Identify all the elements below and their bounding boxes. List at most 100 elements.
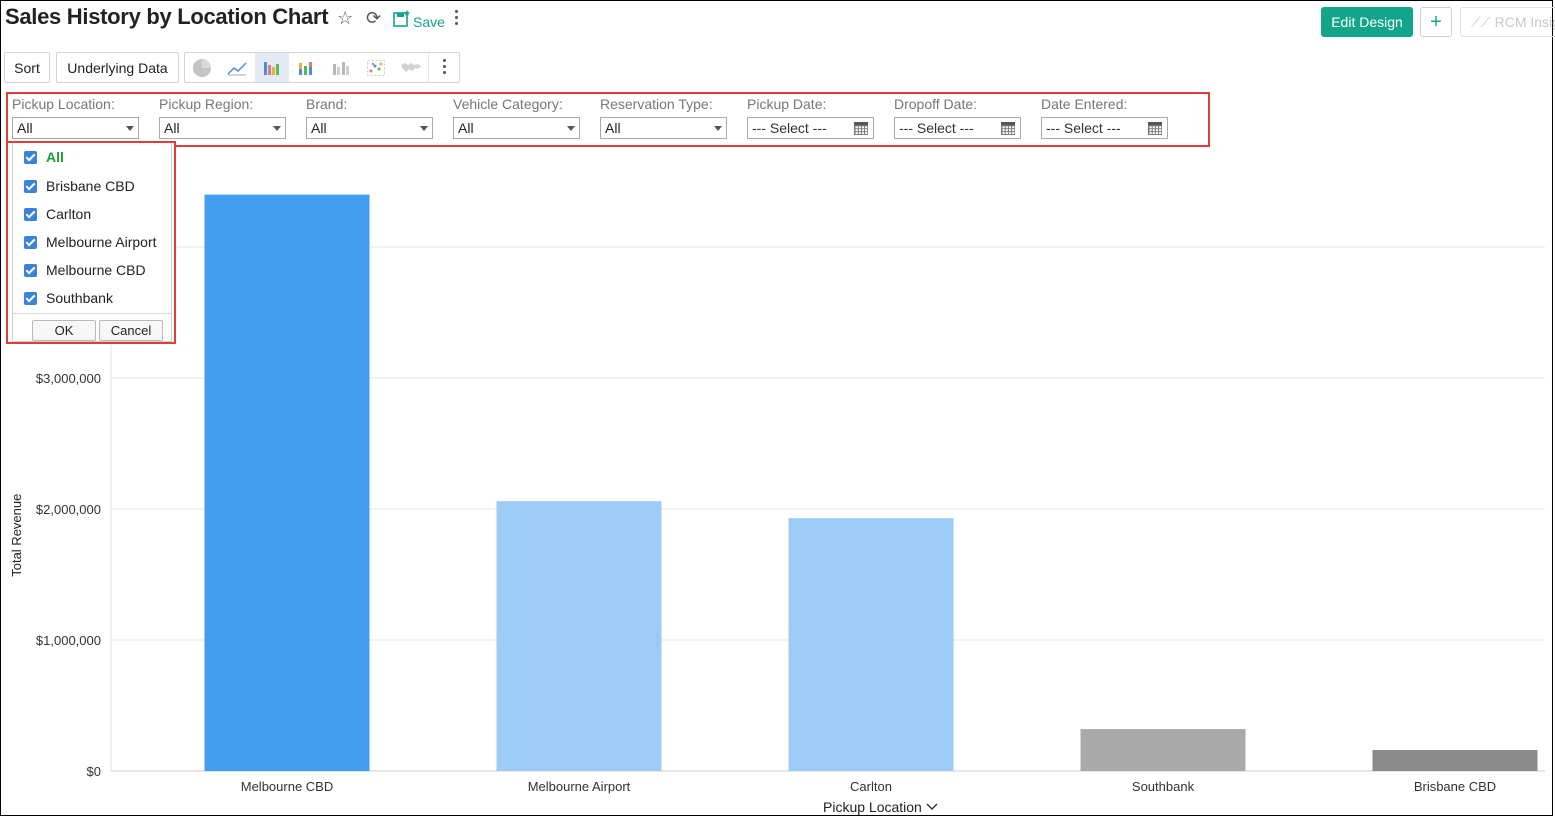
- filter-value: All: [311, 120, 327, 136]
- calendar-icon[interactable]: [853, 120, 869, 136]
- dropdown-option[interactable]: Brisbane CBD: [24, 178, 135, 194]
- sort-button[interactable]: Sort: [4, 52, 50, 83]
- caret-down-icon: [714, 126, 722, 131]
- dropdown-option-label: Carlton: [46, 206, 92, 222]
- dropdown-option[interactable]: Melbourne Airport: [24, 234, 157, 250]
- chart-type-switcher: [184, 52, 460, 83]
- underlying-data-button[interactable]: Underlying Data: [56, 52, 179, 83]
- filter-value: All: [17, 120, 33, 136]
- filter-pickup-date: Pickup Date: --- Select ---: [747, 96, 874, 139]
- filter-value: --- Select ---: [899, 120, 974, 136]
- filter-select[interactable]: All: [600, 117, 727, 139]
- dropdown-option-label: Southbank: [46, 290, 113, 306]
- x-tick-label: Melbourne Airport: [528, 779, 631, 794]
- caret-down-icon: [420, 126, 428, 131]
- dropdown-option[interactable]: All: [24, 149, 64, 165]
- x-tick-label: Carlton: [850, 779, 892, 794]
- filter-value: --- Select ---: [1046, 120, 1121, 136]
- chart-bar[interactable]: [1372, 750, 1538, 771]
- filter-date-entered: Date Entered: --- Select ---: [1041, 96, 1168, 139]
- save-icon: [393, 10, 410, 27]
- x-tick-label: Southbank: [1132, 779, 1195, 794]
- bar-chart-icon[interactable]: [254, 53, 290, 82]
- map-icon[interactable]: [394, 53, 429, 82]
- calendar-icon[interactable]: [1000, 120, 1016, 136]
- dropdown-option-label: Brisbane CBD: [46, 178, 135, 194]
- stacked-bar-icon[interactable]: [289, 53, 324, 82]
- filter-select[interactable]: All: [159, 117, 286, 139]
- y-tick-label: $2,000,000: [36, 502, 101, 517]
- dropdown-option[interactable]: Carlton: [24, 206, 91, 222]
- date-picker-input[interactable]: --- Select ---: [1041, 117, 1168, 139]
- x-tick-label: Melbourne CBD: [241, 779, 334, 794]
- filter-label: Pickup Region:: [159, 96, 254, 112]
- edit-design-button[interactable]: Edit Design: [1321, 7, 1413, 37]
- filter-pickup-location: Pickup Location: All: [12, 96, 139, 139]
- calendar-icon[interactable]: [1147, 120, 1163, 136]
- filter-label: Vehicle Category:: [453, 96, 563, 112]
- checkbox-checked-icon[interactable]: [24, 235, 37, 249]
- toolbar-more-icon[interactable]: [428, 53, 459, 82]
- filter-label: Brand:: [306, 96, 348, 112]
- filter-value: All: [605, 120, 621, 136]
- page-title: Sales History by Location Chart: [5, 4, 329, 29]
- grouped-bar-icon[interactable]: [324, 53, 359, 82]
- bar-chart: $0 $1,000,000 $2,000,000 $3,000,000 Total Re…: [9, 170, 1545, 794]
- insights-icon: ⟋⟋: [1471, 13, 1491, 30]
- caret-down-icon: [126, 126, 134, 131]
- filter-brand: Brand: All: [306, 96, 433, 139]
- filter-reservation-type: Reservation Type: All: [600, 96, 727, 139]
- filter-select[interactable]: All: [12, 117, 139, 139]
- date-picker-input[interactable]: --- Select ---: [747, 117, 874, 139]
- x-tick-label: Brisbane CBD: [1414, 779, 1496, 794]
- dropdown-option-label: Melbourne Airport: [46, 234, 157, 250]
- ok-button[interactable]: OK: [32, 320, 96, 341]
- filter-label: Pickup Date:: [747, 96, 827, 112]
- dropdown-option[interactable]: Melbourne CBD: [24, 262, 146, 278]
- dropdown-option-label: All: [46, 149, 64, 165]
- chart-bar[interactable]: [788, 518, 954, 771]
- filter-label: Reservation Type:: [600, 96, 713, 112]
- checkbox-checked-icon[interactable]: [24, 179, 37, 193]
- filter-value: All: [458, 120, 474, 136]
- dropdown-option-label: Melbourne CBD: [46, 262, 146, 278]
- chevron-down-icon: [926, 803, 938, 810]
- x-axis-title-button[interactable]: Pickup Location: [823, 799, 938, 815]
- x-axis-title: Pickup Location: [823, 799, 922, 815]
- filter-select[interactable]: All: [306, 117, 433, 139]
- cancel-button[interactable]: Cancel: [99, 320, 163, 341]
- save-label: Save: [413, 14, 445, 30]
- y-tick-label: $1,000,000: [36, 633, 101, 648]
- checkbox-checked-icon[interactable]: [24, 263, 37, 277]
- refresh-icon[interactable]: ⟳: [366, 8, 381, 29]
- checkbox-checked-icon[interactable]: [24, 291, 37, 305]
- dropdown-option[interactable]: Southbank: [24, 290, 113, 306]
- date-picker-input[interactable]: --- Select ---: [894, 117, 1021, 139]
- more-options-icon[interactable]: [451, 10, 461, 30]
- chart-bar[interactable]: [496, 501, 662, 771]
- filter-label: Date Entered:: [1041, 96, 1128, 112]
- caret-down-icon: [273, 126, 281, 131]
- scatter-icon[interactable]: [359, 53, 394, 82]
- filter-dropoff-date: Dropoff Date: --- Select ---: [894, 96, 1021, 139]
- filter-label: Pickup Location:: [12, 96, 115, 112]
- filter-value: --- Select ---: [752, 120, 827, 136]
- filter-label: Dropoff Date:: [894, 96, 978, 112]
- pickup-location-dropdown: All Brisbane CBD Carlton Melbourne Airport M…: [6, 141, 176, 344]
- filter-vehicle-category: Vehicle Category: All: [453, 96, 580, 139]
- pie-chart-icon[interactable]: [185, 53, 220, 82]
- line-chart-icon[interactable]: [220, 53, 255, 82]
- filter-select[interactable]: All: [453, 117, 580, 139]
- y-axis-title: Total Revenue: [9, 494, 24, 577]
- rcm-insights-button[interactable]: ⟋⟋ RCM Insig: [1460, 7, 1555, 37]
- filter-pickup-region: Pickup Region: All: [159, 96, 286, 139]
- filter-value: All: [164, 120, 180, 136]
- y-tick-label: $0: [87, 764, 101, 779]
- star-icon[interactable]: ☆: [337, 8, 353, 29]
- chart-bar[interactable]: [1080, 729, 1246, 771]
- checkbox-checked-icon[interactable]: [24, 207, 37, 221]
- chart-bar[interactable]: [204, 194, 370, 772]
- save-button[interactable]: Save: [393, 8, 445, 30]
- add-button[interactable]: +: [1420, 7, 1452, 37]
- checkbox-checked-icon[interactable]: [24, 150, 37, 164]
